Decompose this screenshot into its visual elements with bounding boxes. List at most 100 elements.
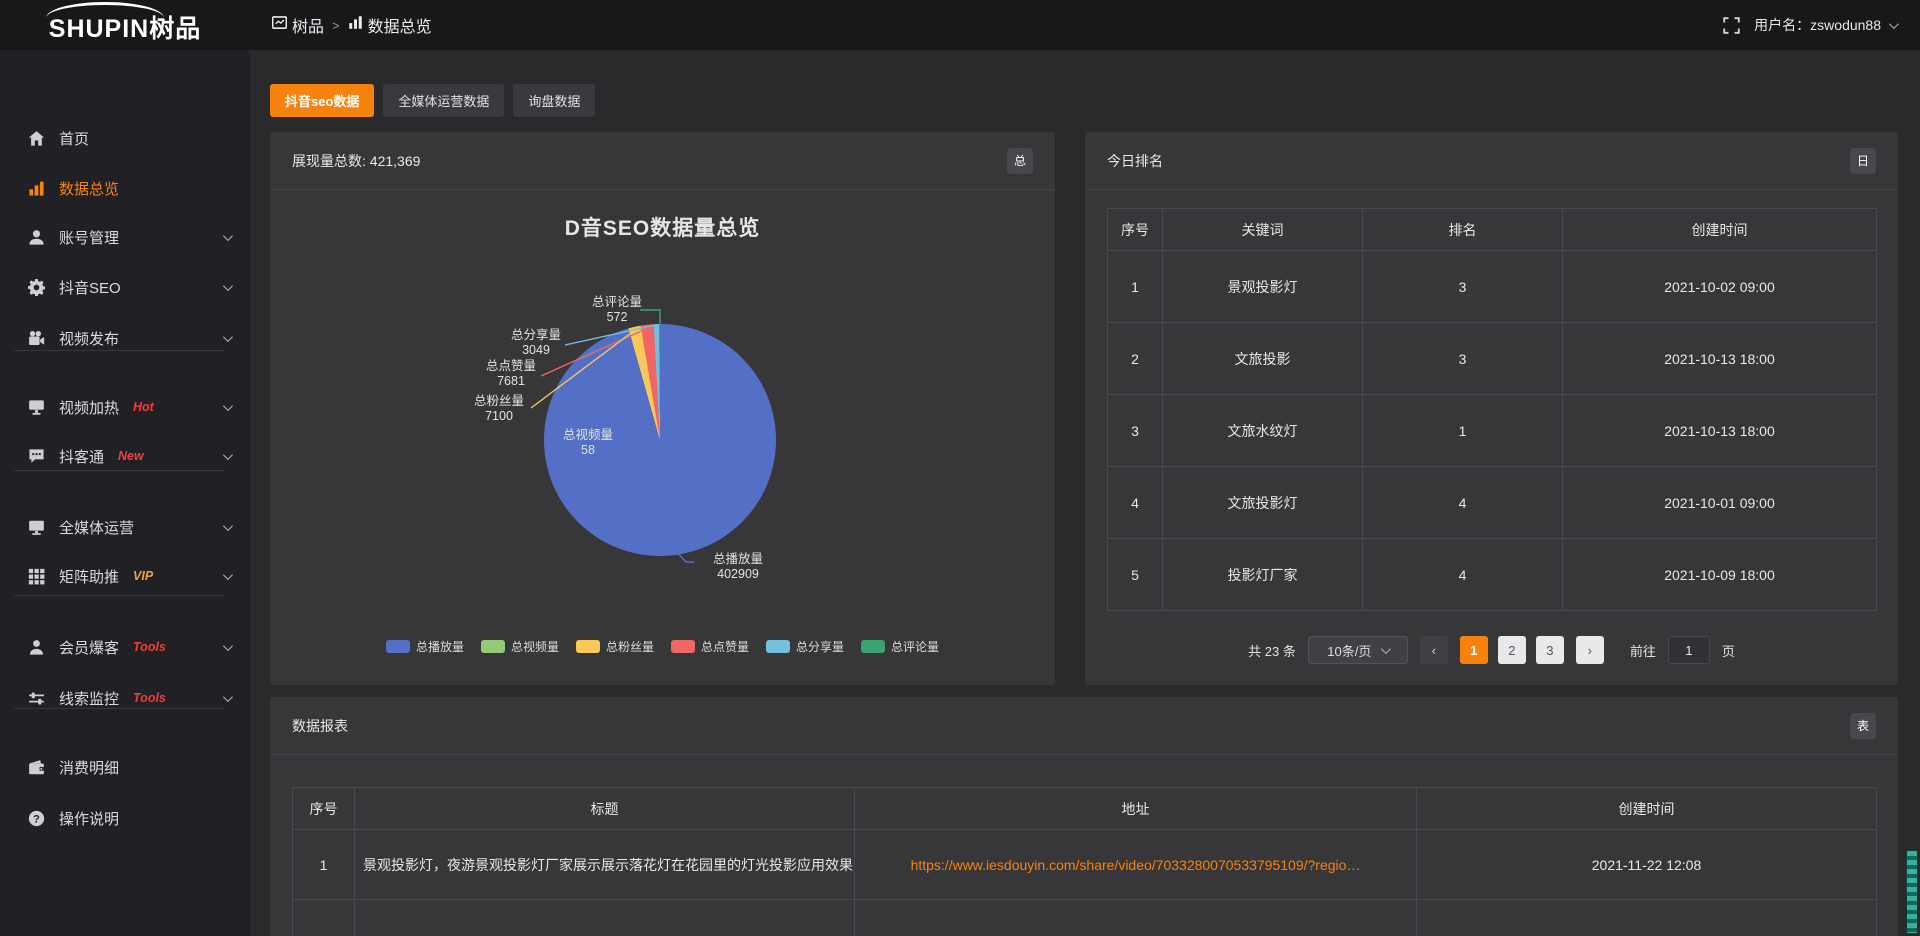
page-number-buttons: 123 (1460, 636, 1564, 664)
fullscreen-icon[interactable] (1723, 17, 1740, 34)
report-col-header: 序号 (293, 788, 355, 830)
ranking-cell: 景观投影灯 (1163, 251, 1363, 323)
ranking-card-title: 今日排名 (1107, 151, 1163, 171)
chart-total-toggle-button[interactable]: 总 (1007, 148, 1033, 174)
bar-chart-icon (348, 15, 363, 35)
breadcrumb-current[interactable]: 数据总览 (348, 13, 432, 37)
legend-label: 总视频量 (511, 638, 559, 655)
user-menu[interactable]: 用户名：zswodun88 (1754, 15, 1896, 35)
legend-item-4[interactable]: 总点赞量 (671, 638, 749, 655)
report-card-header: 数据报表 表 (270, 697, 1898, 755)
sidebar-item-consume-detail[interactable]: 消费明细 (0, 747, 250, 787)
ranking-card-header: 今日排名 日 (1085, 132, 1898, 190)
pie-label-5: 总分享量3049 (481, 328, 591, 358)
sidebar-item-account[interactable]: 账号管理 (0, 217, 250, 257)
ranking-cell: 1 (1363, 395, 1563, 467)
pie-label-6: 总评论量572 (562, 295, 672, 325)
report-cell-time: 2021-11-22 12:08 (1417, 830, 1877, 900)
top-header-bar: SHUPIN树品 树品 > 数据总览 (0, 0, 1920, 50)
tab-douyin-seo-data[interactable]: 抖音seo数据 (270, 84, 374, 117)
legend-item-3[interactable]: 总粉丝量 (576, 638, 654, 655)
sidebar-item-label: 账号管理 (59, 227, 119, 248)
report-table-row: 1 景观投影灯，夜游景观投影灯厂家展示展示落花灯在花园里的灯光投影应用效果 # … (293, 830, 1877, 900)
legend-item-2[interactable]: 总视频量 (481, 638, 559, 655)
report-cell-title: 景观投影灯，夜游景观投影灯厂家展示展示落花灯在花园里的灯光投影应用效果 # (355, 830, 855, 900)
data-tabs: 抖音seo数据全媒体运营数据询盘数据 (270, 84, 595, 117)
pie-chart-title: D音SEO数据量总览 (270, 212, 1055, 242)
sidebar-item-matrix-boost[interactable]: 矩阵助推VIP (0, 556, 250, 596)
grid-icon (28, 568, 45, 585)
ranking-table-row: 5投影灯厂家42021-10-09 18:00 (1108, 539, 1877, 611)
page-size-select[interactable]: 10条/页 (1308, 636, 1408, 664)
pie-label-3: 总粉丝量7100 (444, 394, 554, 424)
legend-swatch (576, 640, 600, 653)
breadcrumb-root[interactable]: 树品 (272, 13, 324, 37)
sidebar-item-video-heat[interactable]: 视频加热Hot (0, 387, 250, 427)
floating-widget[interactable] (1906, 850, 1918, 934)
legend-swatch (386, 640, 410, 653)
report-table-header-row: 序号标题地址创建时间 (293, 788, 1877, 830)
sidebar-item-member-boom[interactable]: 会员爆客 Tools (0, 627, 250, 667)
ranking-cell: 2021-10-09 18:00 (1563, 539, 1877, 611)
page-button-2[interactable]: 2 (1498, 636, 1526, 664)
sidebar-item-media-ops[interactable]: 全媒体运营 (0, 507, 250, 547)
video-link[interactable]: https://www.iesdouyin.com/share/video/70… (911, 857, 1361, 873)
ranking-cell: 2021-10-13 18:00 (1563, 323, 1877, 395)
chevron-down-icon (1381, 644, 1391, 654)
tab-inquiry-data[interactable]: 询盘数据 (513, 84, 595, 117)
chevron-down-icon (223, 450, 233, 460)
report-table-toggle-button[interactable]: 表 (1850, 713, 1876, 739)
goto-page-input[interactable] (1668, 636, 1710, 664)
user-icon (28, 229, 45, 246)
ranking-col-header: 排名 (1363, 209, 1563, 251)
legend-item-1[interactable]: 总播放量 (386, 638, 464, 655)
sidebar-item-help[interactable]: ?操作说明 (0, 798, 250, 838)
sidebar-item-home[interactable]: 首页 (0, 118, 250, 158)
page-button-3[interactable]: 3 (1536, 636, 1564, 664)
sidebar-item-label: 视频发布 (59, 328, 119, 349)
legend-label: 总点赞量 (701, 638, 749, 655)
report-cell-no: 1 (293, 830, 355, 900)
ranking-cell: 4 (1363, 539, 1563, 611)
sidebar-divider (14, 350, 224, 351)
impressions-chart-card: 展现量总数: 421,369 总 D音SEO数据量总览 总播放量402909总视… (270, 132, 1055, 685)
sidebar-item-badge: Tools (133, 691, 166, 705)
chevron-down-icon (223, 692, 233, 702)
legend-item-5[interactable]: 总分享量 (766, 638, 844, 655)
sidebar-item-douyin-seo[interactable]: 抖音SEO (0, 267, 250, 307)
sidebar-item-label: 线索监控 (59, 688, 119, 709)
sidebar-item-clue-monitor[interactable]: 线索监控 Tools (0, 678, 250, 718)
tab-media-ops-data[interactable]: 全媒体运营数据 (383, 84, 504, 117)
logo: SHUPIN树品 (0, 0, 250, 50)
ranking-table-row: 3文旅水纹灯12021-10-13 18:00 (1108, 395, 1877, 467)
page-unit-label: 页 (1722, 641, 1735, 660)
sidebar-item-label: 全媒体运营 (59, 517, 134, 538)
home-icon (28, 130, 45, 147)
page-button-1[interactable]: 1 (1460, 636, 1488, 664)
legend-label: 总评论量 (891, 638, 939, 655)
impressions-total-label: 展现量总数: 421,369 (292, 151, 420, 171)
ranking-cell: 2021-10-01 09:00 (1563, 467, 1877, 539)
ranking-cell: 3 (1363, 323, 1563, 395)
ranking-col-header: 创建时间 (1563, 209, 1877, 251)
sidebar-item-label: 抖音SEO (59, 277, 121, 298)
chevron-down-icon (223, 641, 233, 651)
breadcrumb-separator: > (332, 18, 340, 33)
sidebar-item-badge: Tools (133, 640, 166, 654)
bars-icon (28, 180, 45, 197)
chevron-down-icon (223, 521, 233, 531)
next-page-button[interactable]: › (1576, 636, 1604, 664)
sidebar-item-label: 会员爆客 (59, 637, 119, 658)
ranking-day-toggle-button[interactable]: 日 (1850, 148, 1876, 174)
ranking-table-row: 1景观投影灯32021-10-02 09:00 (1108, 251, 1877, 323)
ranking-cell: 文旅投影 (1163, 323, 1363, 395)
sidebar-item-video-publish[interactable]: 视频发布 (0, 318, 250, 358)
sidebar-item-data-overview[interactable]: 数据总览 (0, 168, 250, 208)
app-window-icon (272, 15, 287, 35)
report-col-header: 创建时间 (1417, 788, 1877, 830)
legend-item-6[interactable]: 总评论量 (861, 638, 939, 655)
legend-label: 总播放量 (416, 638, 464, 655)
impressions-card-header: 展现量总数: 421,369 总 (270, 132, 1055, 190)
prev-page-button[interactable]: ‹ (1420, 636, 1448, 664)
legend-swatch (766, 640, 790, 653)
